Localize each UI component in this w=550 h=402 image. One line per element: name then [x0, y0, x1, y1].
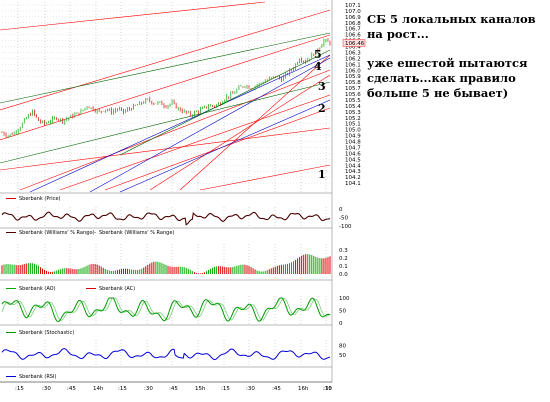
trend-line-red: [0, 127, 331, 171]
stochastic-tick-label: 0: [339, 321, 343, 327]
time-tick-label: 16h: [298, 386, 309, 392]
williams-series: [1, 211, 331, 226]
trend-line-red: [19, 69, 331, 191]
legend-label: Sberbank (Williams' % Range): [19, 230, 94, 236]
williams-tick-label: -100: [339, 224, 352, 230]
trend-line-red: [199, 164, 331, 191]
time-tick-label: :30: [323, 386, 332, 392]
trend-lines: [0, 1, 331, 193]
panel-frames: [0, 0, 333, 383]
price-tick-label: 104.1: [345, 181, 361, 187]
channel-number-5: 5: [314, 48, 322, 61]
time-tick-label: :15: [118, 386, 127, 392]
time-axis: :15:30:45 14h:15:30:45 15h:15:30:45 16h:15:…: [15, 386, 332, 392]
ao-tick-label: 0.1: [339, 264, 348, 270]
channel-number-1: 1: [318, 168, 326, 181]
legend-label: Sberbank (Price): [19, 196, 61, 202]
price-candles: [1, 38, 331, 138]
time-tick-label: :30: [144, 386, 153, 392]
legend-label: Sberbank (AO): [19, 286, 56, 292]
legend-label: Sberbank (Stochastic): [19, 330, 74, 336]
stochastic-tick-label: 100: [339, 296, 350, 302]
time-tick-label: :30: [42, 386, 51, 392]
trend-line-red: [179, 54, 331, 191]
trend-line-red: [59, 94, 331, 191]
legend-label: Sberbank (Williams' % Range): [99, 230, 174, 236]
trend-line-blue: [29, 54, 331, 193]
williams-tick-label: -50: [339, 216, 348, 222]
ao-tick-label: 0.3: [339, 248, 348, 254]
rsi-series: [1, 348, 331, 361]
time-tick-label: :45: [272, 386, 281, 392]
channel-number-4: 4: [314, 60, 322, 73]
trend-line-red: [0, 1, 266, 31]
value-axes: 107.1107.0106.9106.8106.7106.6106.5106.4…: [339, 3, 366, 359]
legend-label: Sberbank (RSI): [19, 374, 56, 380]
channel-number-2: 2: [318, 102, 326, 115]
annotation-headline: СБ 5 локальных каналов на рост...: [367, 12, 536, 41]
ao-tick-label: 0.2: [339, 256, 348, 262]
time-tick-label: :45: [169, 386, 178, 392]
trend-line-blue: [119, 99, 331, 193]
rsi-tick-label: 80: [339, 343, 346, 349]
grid-lines: [2, 2, 330, 367]
last-price-label: 106.46: [345, 41, 365, 47]
time-tick-label: :45: [67, 386, 76, 392]
trend-line-red: [0, 34, 331, 141]
stochastic-tick-label: 50: [339, 309, 346, 315]
time-tick-label: :30: [246, 386, 255, 392]
trend-line-red: [149, 74, 331, 191]
legend-label: Sberbank (AC): [99, 286, 135, 292]
rsi-tick-label: 50: [339, 353, 346, 359]
time-tick-label: :15: [221, 386, 230, 392]
trend-line-green: [0, 32, 331, 104]
williams-tick-label: 0: [339, 207, 343, 213]
time-tick-label: 15h: [195, 386, 206, 392]
channel-number-3: 3: [318, 80, 326, 93]
annotation-note: уже ешестой пытаются сделать...как прави…: [367, 56, 528, 100]
stochastic-signal-series: [1, 297, 331, 321]
channel-numbers: 1 2 3 45: [314, 48, 326, 181]
ao-tick-label: 0.0: [339, 272, 348, 278]
trend-line-green: [0, 81, 331, 164]
time-tick-label: 14h: [93, 386, 104, 392]
time-tick-label: :15: [15, 386, 24, 392]
